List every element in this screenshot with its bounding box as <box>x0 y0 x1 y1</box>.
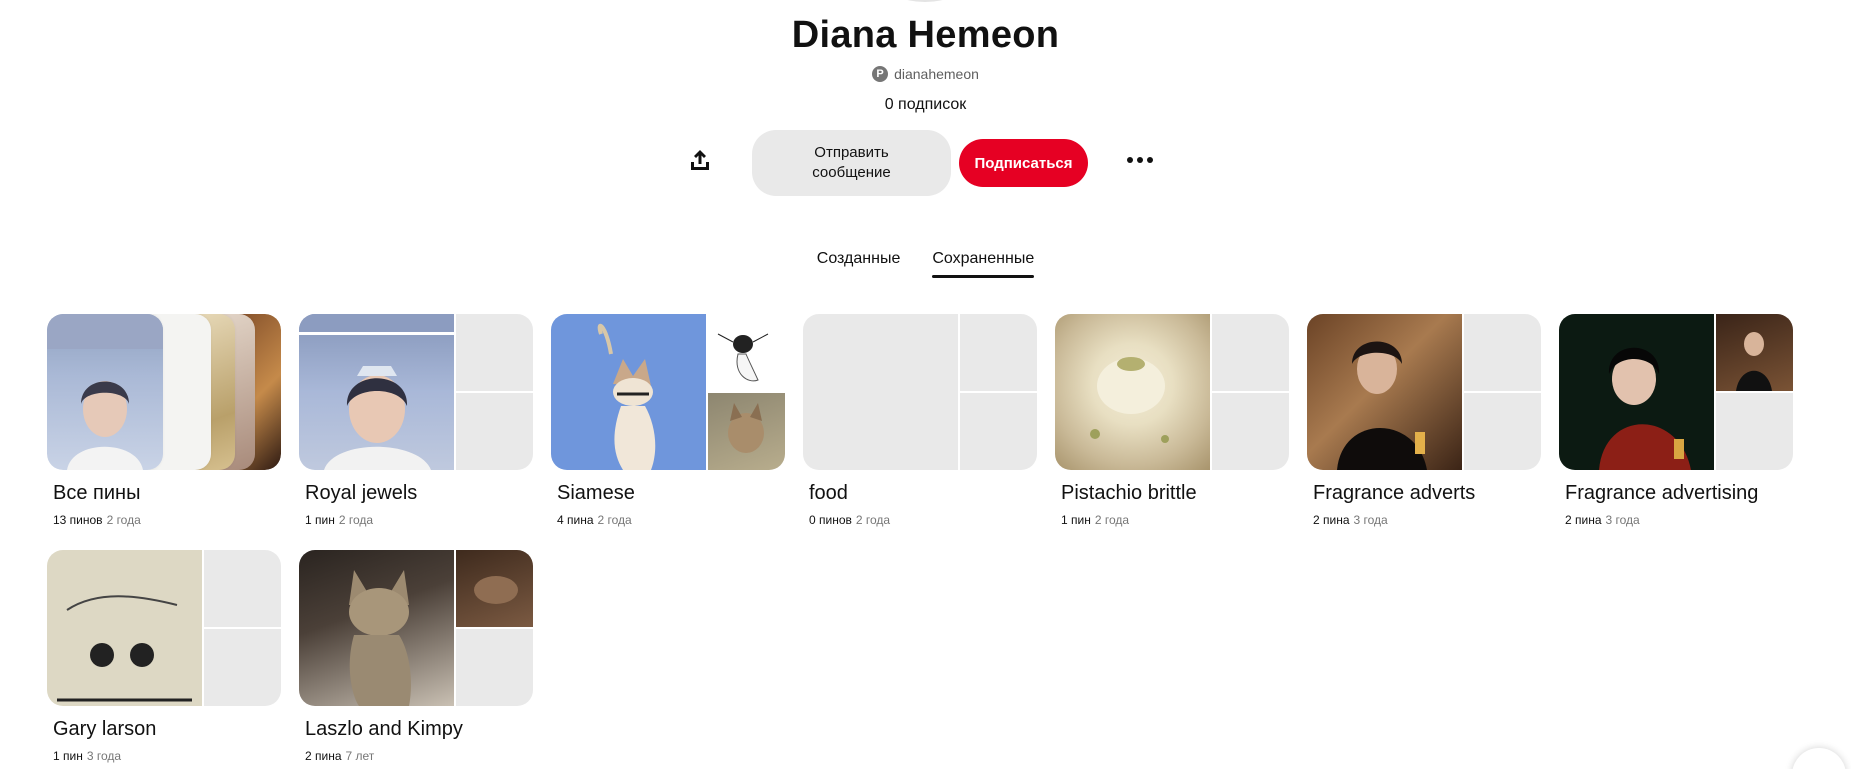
board-meta: 2 пина 3 года <box>1313 513 1388 527</box>
avatar[interactable] <box>885 0 965 2</box>
empty-thumbnail <box>204 629 281 706</box>
pin-thumbnail <box>551 314 706 470</box>
board-title: Fragrance advertising <box>1565 482 1759 504</box>
send-message-button[interactable]: Отправить сообщение <box>752 130 951 196</box>
board-meta: 0 пинов 2 года <box>809 513 891 527</box>
board-meta: 1 пин 3 года <box>53 749 122 763</box>
board-card[interactable]: Pistachio brittle 1 пин 2 года <box>1055 314 1289 527</box>
follow-button[interactable]: Подписаться <box>959 139 1088 187</box>
username: dianahemeon <box>894 66 979 82</box>
pinterest-icon: P <box>872 66 889 82</box>
empty-thumbnail <box>960 393 1037 470</box>
board-cover <box>551 314 785 470</box>
tab-created[interactable]: Созданные <box>817 250 901 278</box>
empty-thumbnail <box>1464 393 1541 470</box>
profile-tabs: Созданные Сохраненные <box>0 250 1851 278</box>
pin-thumbnail <box>299 550 454 706</box>
pin-thumbnail <box>708 314 785 391</box>
board-cover <box>1559 314 1793 470</box>
board-card[interactable]: Royal jewels 1 пин 2 года <box>299 314 533 527</box>
share-button[interactable] <box>680 140 720 180</box>
board-title: Laszlo and Kimpy <box>305 718 463 740</box>
board-title: food <box>809 482 848 504</box>
empty-thumbnail <box>204 550 281 627</box>
empty-thumbnail <box>1212 393 1289 470</box>
profile-name: Diana Hemeon <box>791 14 1060 56</box>
board-cover <box>1055 314 1289 470</box>
profile-actions: Отправить сообщение Подписаться <box>0 130 1851 196</box>
board-title: Gary larson <box>53 718 157 740</box>
board-card[interactable]: Все пины 13 пинов 2 года <box>47 314 281 527</box>
board-meta: 2 пина 3 года <box>1565 513 1640 527</box>
board-title: Siamese <box>557 482 635 504</box>
board-cover <box>299 550 533 706</box>
tab-saved[interactable]: Сохраненные <box>932 250 1034 278</box>
board-card[interactable]: Gary larson 1 пин 3 года <box>47 550 281 763</box>
profile-handle: P dianahemeon <box>0 66 1851 82</box>
more-icon[interactable] <box>1120 140 1160 180</box>
board-cover <box>47 550 281 706</box>
empty-thumbnail <box>960 314 1037 391</box>
board-title: Royal jewels <box>305 482 418 504</box>
board-meta: 13 пинов 2 года <box>53 513 141 527</box>
pin-thumbnail <box>299 314 454 470</box>
pin-thumbnail <box>1716 314 1793 391</box>
empty-thumbnail <box>456 393 533 470</box>
empty-thumbnail <box>803 314 958 470</box>
board-card[interactable]: food 0 пинов 2 года <box>803 314 1037 527</box>
scroll-button[interactable] <box>1792 748 1846 769</box>
board-meta: 4 пина 2 года <box>557 513 632 527</box>
pin-thumbnail <box>1055 314 1210 470</box>
board-meta: 1 пин 2 года <box>1061 513 1130 527</box>
pin-thumbnail <box>1307 314 1462 470</box>
board-card[interactable]: Siamese 4 пина 2 года <box>551 314 785 527</box>
board-cover <box>803 314 1037 470</box>
pin-thumbnail <box>456 550 533 627</box>
empty-thumbnail <box>456 629 533 706</box>
pin-thumbnail <box>47 550 202 706</box>
pin-thumbnail <box>708 393 785 470</box>
board-title: Fragrance adverts <box>1313 482 1476 504</box>
empty-thumbnail <box>1212 314 1289 391</box>
empty-thumbnail <box>456 314 533 391</box>
share-icon <box>691 150 709 170</box>
board-card[interactable]: Fragrance adverts 2 пина 3 года <box>1307 314 1541 527</box>
board-card[interactable]: Laszlo and Kimpy 2 пина 7 лет <box>299 550 533 763</box>
board-meta: 1 пин 2 года <box>305 513 374 527</box>
empty-thumbnail <box>1716 393 1793 470</box>
board-cover <box>1307 314 1541 470</box>
board-title: Все пины <box>53 482 141 504</box>
board-card[interactable]: Fragrance advertising 2 пина 3 года <box>1559 314 1793 527</box>
board-title: Pistachio brittle <box>1061 482 1197 504</box>
following-count[interactable]: 0 подписок <box>0 96 1851 114</box>
empty-thumbnail <box>1464 314 1541 391</box>
portrait-image <box>47 314 163 470</box>
pin-thumbnail <box>1559 314 1714 470</box>
board-meta: 2 пина 7 лет <box>305 749 375 763</box>
board-cover <box>47 314 281 470</box>
board-cover <box>299 314 533 470</box>
pin-thumbnail <box>47 314 163 470</box>
